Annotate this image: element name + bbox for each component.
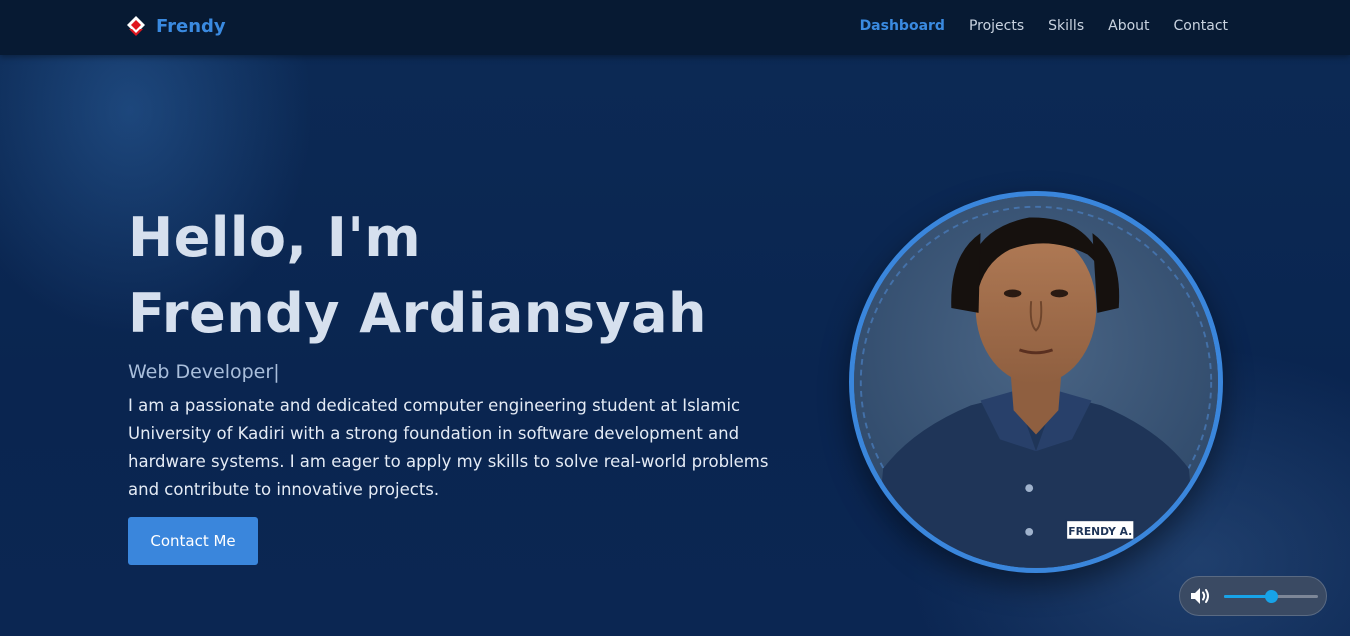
nav-link-about[interactable]: About (1108, 18, 1149, 34)
hero-role: Web Developer| (128, 358, 808, 386)
nav-link-dashboard[interactable]: Dashboard (860, 18, 945, 34)
profile-photo: FRENDY A. (849, 191, 1223, 573)
hero-title: Hello, I'm Frendy Ardiansyah (128, 200, 808, 352)
volume-slider-fill (1224, 595, 1271, 598)
speaker-volume-icon[interactable] (1188, 584, 1212, 608)
volume-slider-thumb[interactable] (1265, 590, 1278, 603)
profile-illustration: FRENDY A. (854, 196, 1218, 568)
nav-links: Dashboard Projects Skills About Contact (860, 18, 1228, 34)
nav-link-skills[interactable]: Skills (1048, 18, 1084, 34)
brand[interactable]: Frendy (126, 15, 226, 37)
volume-slider[interactable] (1224, 586, 1318, 606)
hero-greeting: Hello, I'm (128, 206, 422, 269)
hero-name: Frendy Ardiansyah (128, 282, 707, 345)
hero-role-text: Web Developer (128, 361, 274, 383)
hero-description: I am a passionate and dedicated computer… (128, 396, 769, 499)
typing-cursor: | (273, 361, 280, 383)
name-tag-text: FRENDY A. (1068, 525, 1132, 538)
nav-link-projects[interactable]: Projects (969, 18, 1024, 34)
brand-logo-icon (127, 16, 145, 36)
brand-name: Frendy (156, 15, 226, 37)
hero-section: Hello, I'm Frendy Ardiansyah Web Develop… (128, 200, 808, 521)
top-navbar: Frendy Dashboard Projects Skills About C… (0, 0, 1350, 55)
volume-control (1179, 576, 1327, 616)
nav-link-contact[interactable]: Contact (1174, 18, 1228, 34)
contact-me-button[interactable]: Contact Me (128, 517, 258, 565)
